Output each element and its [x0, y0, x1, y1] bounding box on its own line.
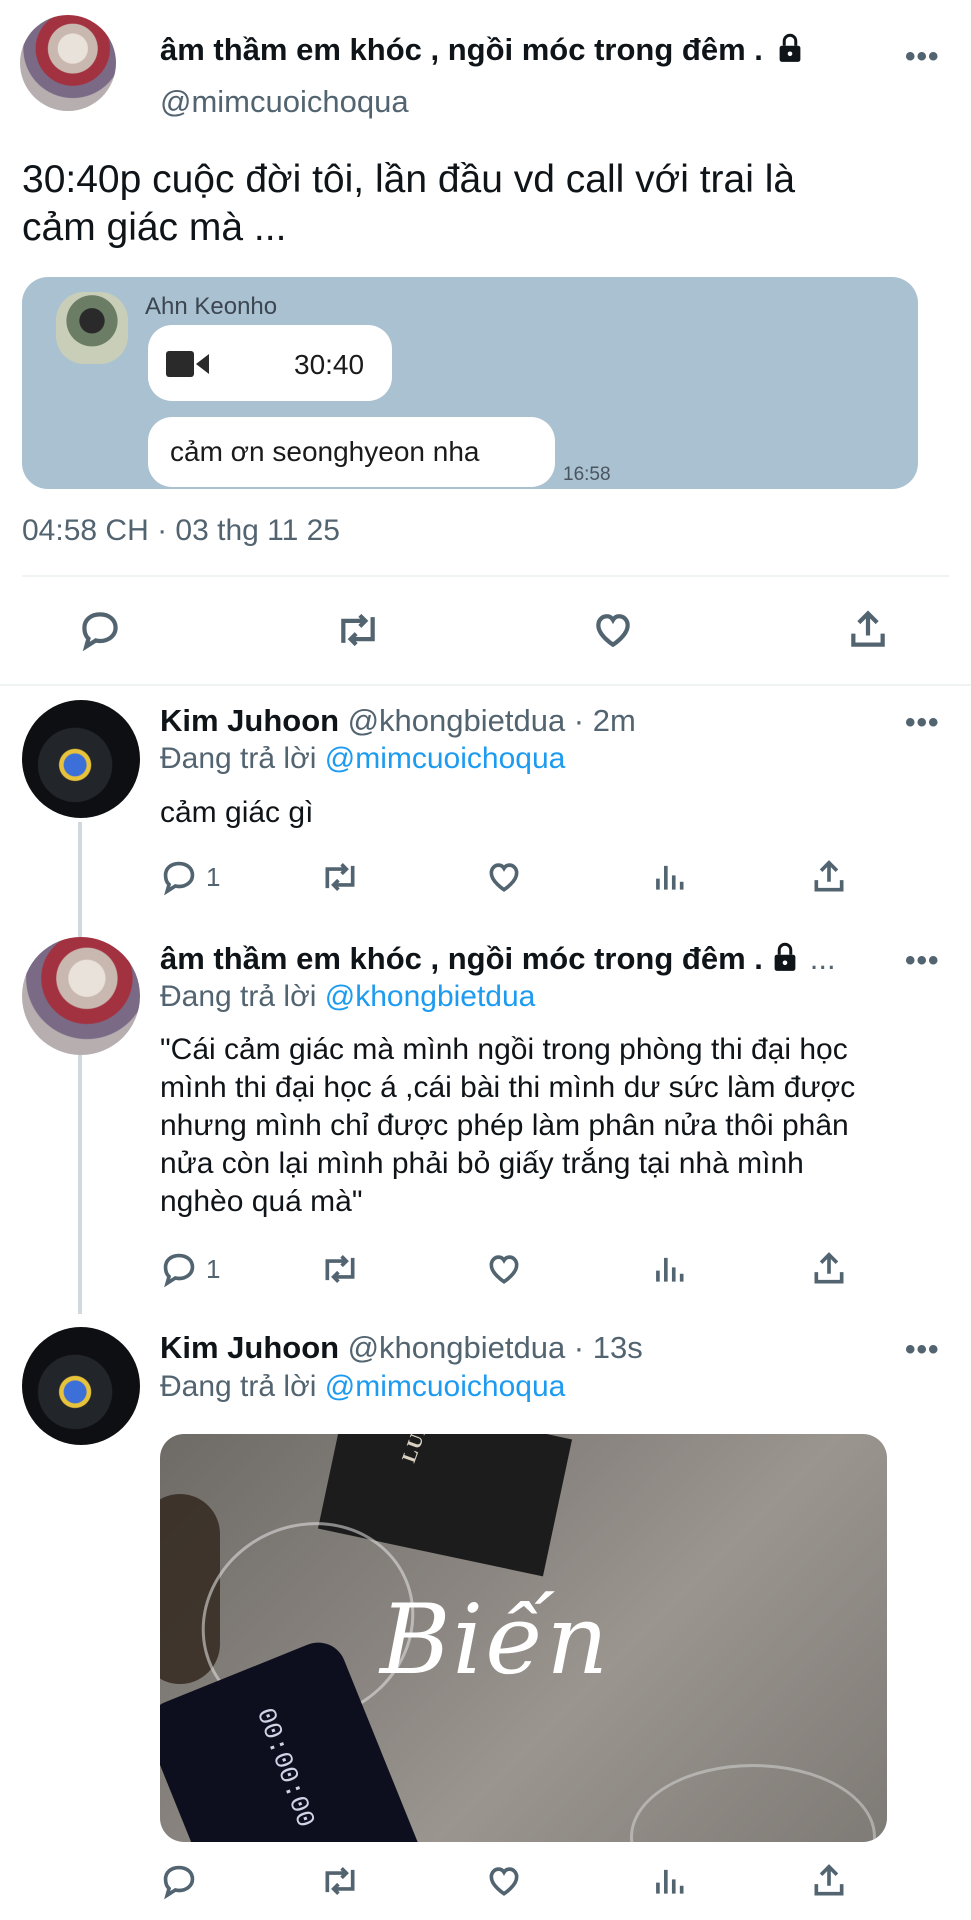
reply-actions	[160, 1862, 860, 1906]
call-bubble: 30:40	[148, 325, 392, 401]
reply-author-name[interactable]: âm thầm em khóc , ngồi móc trong đêm .	[160, 941, 763, 976]
tweet-timestamp[interactable]: 04:58 CH · 03 thg 11 25	[22, 514, 340, 548]
analytics-icon	[656, 1257, 684, 1282]
share-icon	[814, 1252, 844, 1284]
image-glass-2	[630, 1764, 876, 1842]
more-options-icon[interactable]: •••	[905, 1333, 940, 1367]
share-button[interactable]	[810, 1862, 848, 1905]
share-icon	[814, 1864, 844, 1896]
message-bubble: cảm ơn seonghyeon nha	[148, 417, 555, 487]
like-button[interactable]	[484, 1250, 524, 1293]
share-icon	[814, 860, 844, 892]
reply-text: cảm giác gì	[160, 796, 314, 829]
reply-button[interactable]	[160, 1862, 206, 1900]
reply-handle-time[interactable]: @khongbietdua · 2m	[348, 703, 636, 738]
heart-icon	[489, 1867, 519, 1896]
reply-avatar[interactable]	[22, 1327, 140, 1445]
more-options-icon[interactable]: •••	[905, 40, 940, 74]
section-separator	[0, 684, 971, 686]
views-button[interactable]	[650, 1250, 688, 1293]
like-button[interactable]	[590, 608, 636, 657]
reply-button[interactable]	[78, 608, 122, 657]
divider	[22, 575, 949, 577]
reply-button[interactable]: 1	[160, 858, 220, 896]
share-button[interactable]	[810, 1250, 848, 1293]
views-button[interactable]	[650, 1862, 688, 1905]
chat-contact-name: Ahn Keonho	[145, 293, 278, 320]
replying-to: Đang trả lời @mimcuoichoqua	[160, 742, 566, 775]
reply-actions: 1	[160, 858, 860, 902]
replying-to: Đang trả lời @mimcuoichoqua	[160, 1370, 566, 1403]
retweet-button[interactable]	[318, 1862, 362, 1905]
reply-icon	[82, 612, 118, 652]
reply-icon	[163, 861, 195, 896]
reply-actions: 1	[160, 1250, 860, 1294]
views-button[interactable]	[650, 858, 688, 901]
author-handle[interactable]: @mimcuoichoqua	[160, 84, 409, 120]
more-options-icon[interactable]: •••	[905, 944, 940, 978]
reply-header: âm thầm em khóc , ngồi móc trong đêm . .…	[160, 941, 905, 977]
tweet-text: 30:40p cuộc đời tôi, lần đầu vd call với…	[22, 158, 796, 249]
lock-icon	[774, 942, 796, 971]
heart-icon	[489, 1255, 519, 1284]
reply-text: "Cái cảm giác mà mình ngồi trong phòng t…	[160, 1033, 856, 1218]
mention-link[interactable]: @mimcuoichoqua	[325, 1370, 566, 1403]
reply-header: Kim Juhoon @khongbietdua · 2m	[160, 703, 636, 739]
reply-avatar[interactable]	[22, 937, 140, 1055]
author-avatar[interactable]	[20, 15, 116, 111]
mention-link[interactable]: @khongbietdua	[325, 980, 536, 1013]
retweet-button[interactable]	[318, 858, 362, 901]
author-name[interactable]: âm thầm em khóc , ngồi móc trong đêm .	[160, 32, 804, 68]
call-duration: 30:40	[294, 349, 365, 380]
retweet-icon	[325, 863, 355, 891]
image-overlay-text: Biến	[380, 1584, 611, 1696]
like-button[interactable]	[484, 1862, 524, 1905]
reply-author-name[interactable]: Kim Juhoon	[160, 1330, 339, 1365]
video-camera-icon	[166, 351, 209, 377]
share-button[interactable]	[846, 608, 890, 657]
retweet-icon	[325, 1255, 355, 1283]
more-options-icon[interactable]: •••	[905, 706, 940, 740]
reply-handle-time[interactable]: ...	[810, 941, 836, 976]
retweet-icon	[325, 1867, 355, 1895]
reply-header: Kim Juhoon @khongbietdua · 13s	[160, 1330, 643, 1366]
mention-link[interactable]: @mimcuoichoqua	[325, 742, 566, 775]
analytics-icon	[656, 1869, 684, 1894]
reply-count: 1	[206, 861, 221, 892]
reply-author-name[interactable]: Kim Juhoon	[160, 703, 339, 738]
reply-icon	[163, 1865, 195, 1900]
reply-image[interactable]: LUPIN WOLF 00:00:00 Biến	[160, 1434, 887, 1842]
share-button[interactable]	[810, 858, 848, 901]
share-icon	[851, 610, 885, 647]
reply-avatar[interactable]	[22, 700, 140, 818]
retweet-icon	[341, 613, 375, 647]
reply-count: 1	[206, 1253, 221, 1284]
like-button[interactable]	[484, 858, 524, 901]
lock-icon	[779, 33, 800, 62]
attached-image[interactable]: Ahn Keonho 30:40 cảm ơn seonghyeon nha 1…	[22, 277, 918, 489]
reply-handle-time[interactable]: @khongbietdua · 13s	[348, 1330, 643, 1365]
analytics-icon	[656, 865, 684, 890]
reply-icon	[163, 1253, 195, 1288]
chat-avatar	[56, 292, 128, 364]
replying-to: Đang trả lời @khongbietdua	[160, 980, 536, 1013]
heart-icon	[489, 863, 519, 892]
reply-button[interactable]: 1	[160, 1250, 220, 1288]
message-time: 16:58	[563, 464, 611, 485]
thread-line	[78, 822, 82, 1314]
heart-icon	[596, 614, 630, 648]
retweet-button[interactable]	[318, 1250, 362, 1293]
retweet-button[interactable]	[333, 608, 383, 657]
